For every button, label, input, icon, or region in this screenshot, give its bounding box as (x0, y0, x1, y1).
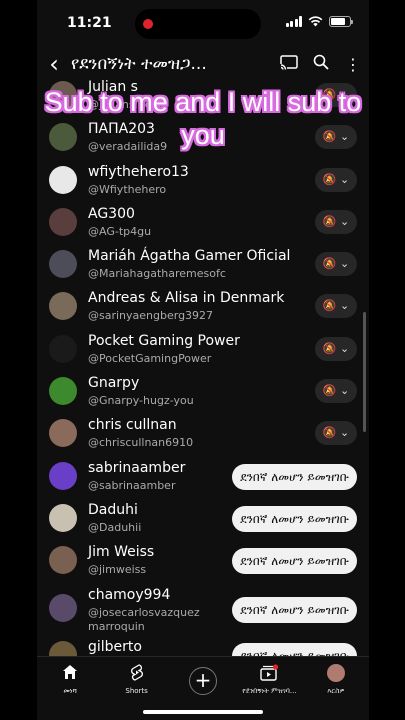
shorts-icon (103, 664, 169, 684)
chevron-down-icon: ⌄ (339, 384, 350, 398)
home-icon (37, 664, 103, 684)
chevron-down-icon: ⌄ (339, 257, 350, 271)
more-options-icon[interactable]: ⋮ (337, 55, 369, 74)
channel-row[interactable]: Gnarpy @Gnarpy-hugz-you 🔕 ⌄ (37, 372, 369, 414)
channel-name[interactable]: AG300 (88, 206, 135, 222)
channel-handle: @Wfiythehero (88, 182, 167, 196)
channel-name[interactable]: Andreas & Alisa in Denmark (88, 290, 284, 306)
channel-name[interactable]: sabrinaamber (88, 460, 185, 476)
channel-avatar[interactable] (49, 292, 77, 321)
bell-off-icon: 🔕 (322, 257, 337, 271)
bell-off-icon: 🔕 (322, 384, 337, 398)
channel-handle: @jimweiss (88, 563, 147, 577)
nav-shorts-label: Shorts (125, 687, 148, 695)
profile-avatar-icon (303, 664, 369, 684)
channel-handle: @josecarlosvazquez (88, 605, 200, 619)
channel-handle: @Gnarpy-hugz-you (88, 394, 194, 408)
channel-name[interactable]: wfiythehero13 (88, 164, 189, 180)
channel-row[interactable]: chris cullnan @chriscullnan6910 🔕 ⌄ (37, 414, 369, 456)
suggested-channel-row[interactable]: sabrinaamber @sabrinaamber ደንበኛ ለመሆን ይመዝገቡ (37, 457, 369, 499)
channel-avatar[interactable] (49, 503, 77, 532)
bell-off-icon: 🔕 (322, 426, 337, 440)
channel-name[interactable]: Pocket Gaming Power (88, 333, 240, 349)
recording-indicator-icon (143, 19, 153, 29)
battery-icon (329, 16, 353, 27)
subscriptions-icon (236, 664, 302, 684)
chevron-down-icon: ⌄ (339, 341, 350, 355)
channel-avatar[interactable] (49, 207, 77, 236)
channel-name[interactable]: chris cullnan (88, 417, 177, 433)
phone-screen: 11:21 ‹ የደንበኝነት ተመዝጋ... ⋮ Julian s @julia… (37, 0, 369, 720)
channel-avatar[interactable] (49, 419, 77, 448)
channel-avatar[interactable] (49, 250, 77, 279)
channel-handle: @Daduhii (88, 520, 142, 534)
wifi-icon (308, 16, 323, 27)
subscribe-button[interactable]: ደንበኛ ለመሆን ይመዝገቡ (232, 505, 357, 532)
channel-name[interactable]: chamoy994 (88, 587, 170, 603)
channel-handle: @sabrinaamber (88, 478, 176, 492)
create-plus-icon: + (189, 667, 218, 695)
bell-off-icon: 🔕 (322, 214, 337, 228)
notification-settings-button[interactable]: 🔕 ⌄ (315, 421, 357, 446)
nav-you[interactable]: እርስዎ (303, 657, 369, 720)
nav-subscriptions-label: የደንበኝነት ምዝገባ... (242, 687, 297, 695)
suggested-channel-row[interactable]: Daduhi @Daduhii ደንበኛ ለመሆን ይመዝገቡ (37, 499, 369, 541)
notification-settings-button[interactable]: 🔕 ⌄ (315, 209, 357, 234)
notification-settings-button[interactable]: 🔕 ⌄ (315, 294, 357, 319)
notification-settings-button[interactable]: 🔕 ⌄ (315, 167, 357, 192)
bell-off-icon: 🔕 (322, 299, 337, 313)
channel-avatar[interactable] (49, 593, 77, 622)
signal-icon (285, 16, 302, 27)
channel-avatar[interactable] (49, 377, 77, 406)
channel-name[interactable]: Daduhi (88, 502, 138, 518)
subscribe-button[interactable]: ደንበኛ ለመሆን ይመዝገቡ (232, 548, 357, 575)
notification-settings-button[interactable]: 🔕 ⌄ (315, 252, 357, 277)
channel-handle: @sarinyaengberg3927 (88, 309, 214, 323)
chevron-down-icon: ⌄ (339, 426, 350, 440)
channel-handle: @PocketGamingPower (88, 351, 212, 365)
subscribe-button[interactable]: ደንበኛ ለመሆን ይመዝገቡ (232, 596, 357, 623)
channel-row[interactable]: AG300 @AG-tp4gu 🔕 ⌄ (37, 203, 369, 245)
channel-avatar[interactable] (49, 461, 77, 490)
cast-icon[interactable] (273, 54, 305, 74)
channel-name[interactable]: Jim Weiss (88, 544, 154, 560)
suggested-channel-row[interactable]: chamoy994 @josecarlosvazquez marroquin ደንበኛ… (37, 584, 369, 636)
bell-off-icon: 🔕 (322, 341, 337, 355)
chevron-down-icon: ⌄ (339, 214, 350, 228)
suggested-channel-row[interactable]: Jim Weiss @jimweiss ደንበኛ ለመሆን ይመዝገቡ (37, 541, 369, 583)
status-time: 11:21 (67, 15, 112, 31)
channel-handle: @Mariahagatharemesofc (88, 267, 226, 281)
nav-home-label: መነሻ (63, 687, 77, 695)
channel-avatar[interactable] (49, 165, 77, 194)
notification-settings-button[interactable]: 🔕 ⌄ (315, 336, 357, 361)
dynamic-island (135, 9, 261, 39)
nav-home[interactable]: መነሻ (37, 657, 103, 720)
overlay-caption: Sub to me and I will sub to you (44, 87, 362, 150)
chevron-down-icon: ⌄ (339, 299, 350, 313)
subscribe-button[interactable]: ደንበኛ ለመሆን ይመዝገቡ (232, 463, 357, 490)
nav-you-label: እርስዎ (327, 687, 345, 695)
channel-row[interactable]: wfiythehero13 @Wfiythehero 🔕 ⌄ (37, 161, 369, 203)
channel-name[interactable]: gilberto (88, 639, 142, 655)
chevron-down-icon: ⌄ (339, 172, 350, 186)
scrollbar[interactable] (363, 312, 366, 432)
channel-avatar[interactable] (49, 334, 77, 363)
channel-name[interactable]: Mariáh Ágatha Gamer Oficial (88, 248, 290, 264)
channel-handle: @AG-tp4gu (88, 224, 152, 238)
search-icon[interactable] (305, 54, 337, 74)
channel-row[interactable]: Mariáh Ágatha Gamer Oficial @Mariahagatha… (37, 245, 369, 287)
channel-handle: @chriscullnan6910 (88, 436, 194, 450)
channel-row[interactable]: Pocket Gaming Power @PocketGamingPower 🔕 ⌄ (37, 330, 369, 372)
subscription-list: Julian s @julianslife 🔕 ⌄ ΠΑΠΑ203 @veradaili… (37, 76, 369, 678)
page-title: የደንበኝነት ተመዝጋ... (71, 54, 207, 74)
channel-row[interactable]: Andreas & Alisa in Denmark @sarinyaengber… (37, 287, 369, 329)
status-bar: 11:21 (37, 0, 369, 46)
bell-off-icon: 🔕 (322, 172, 337, 186)
channel-avatar[interactable] (49, 546, 77, 575)
channel-handle-continued: marroquin (88, 619, 145, 633)
channel-name[interactable]: Gnarpy (88, 375, 139, 391)
notification-settings-button[interactable]: 🔕 ⌄ (315, 379, 357, 404)
home-indicator (143, 710, 263, 714)
status-icons (285, 16, 353, 27)
